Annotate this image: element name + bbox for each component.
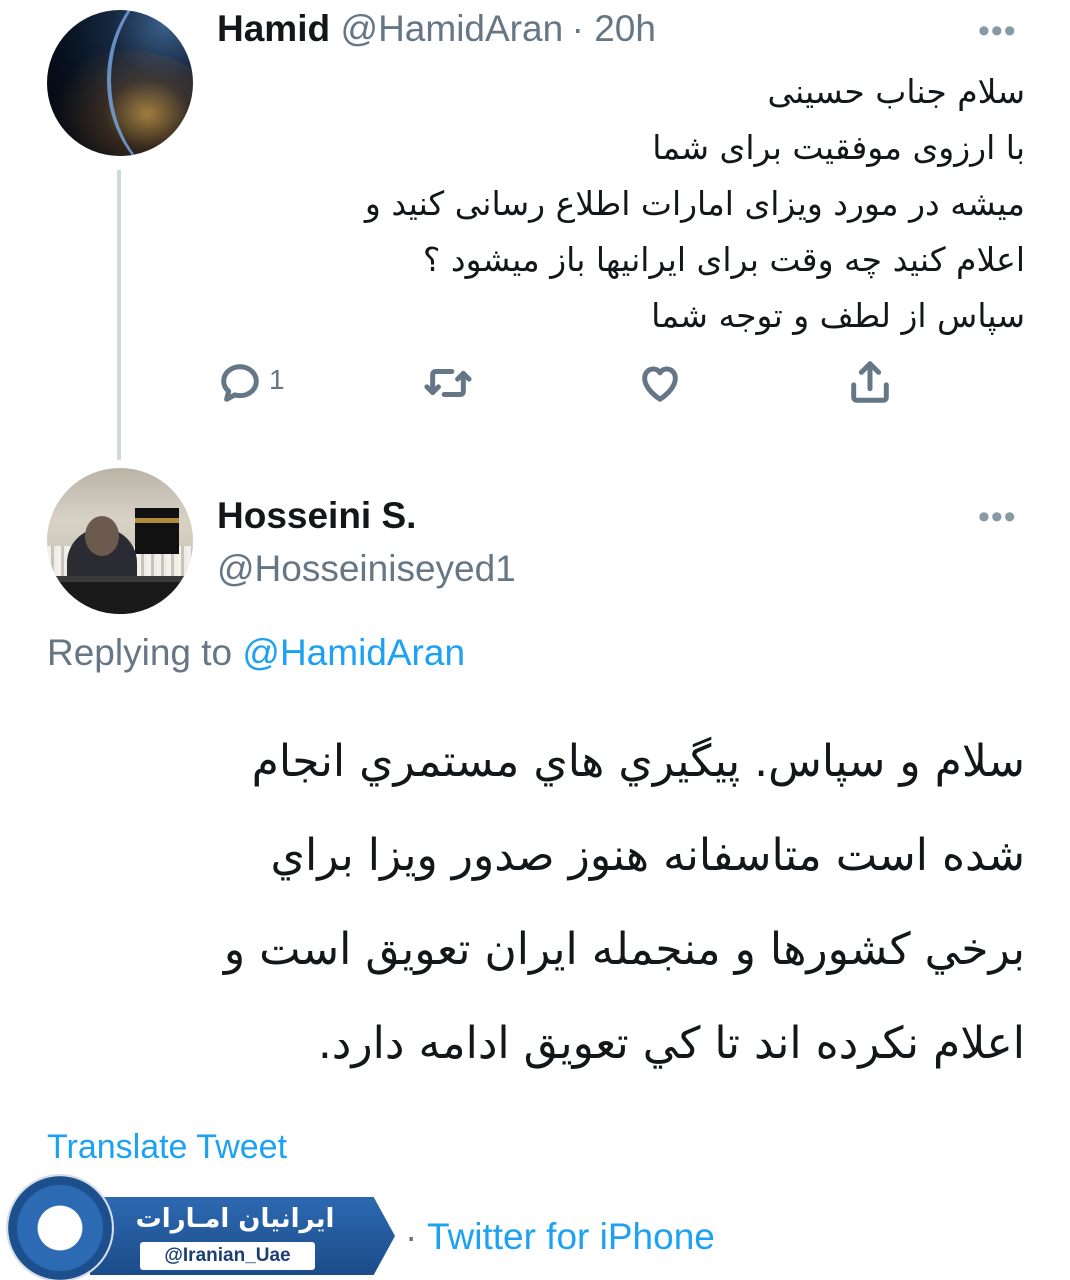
tweet1-header: Hamid @HamidAran · 20h — [217, 8, 656, 50]
tweet1-author-name[interactable]: Hamid — [217, 8, 330, 49]
tweet1-line: اعلام کنید چه وقت برای ایرانیها باز میشو… — [422, 240, 1025, 279]
tweet2-line: شده است متاسفانه هنوز صدور ویزا براي — [270, 830, 1025, 881]
tweet2-line: سلام و سپاس. پیگیري هاي مستمري انجام — [251, 736, 1025, 787]
like-button[interactable] — [637, 360, 683, 411]
avatar-kaaba — [135, 508, 179, 554]
source-app-link[interactable]: Twitter for iPhone — [427, 1216, 715, 1257]
retweet-icon — [424, 369, 472, 397]
avatar-hamid[interactable] — [47, 10, 193, 156]
tweet2-author-name[interactable]: Hosseini S. — [217, 495, 416, 537]
tweet-source: · Twitter for iPhone — [405, 1216, 715, 1258]
tweet1-actions: 1 — [217, 358, 917, 408]
replying-to-handle[interactable]: @HamidAran — [242, 632, 465, 673]
watermark-title: ایرانیان امـارات — [135, 1204, 335, 1234]
tweet2-line: برخي کشورها و منجمله ایران تعویق است و — [223, 924, 1025, 975]
avatar-person-head — [85, 516, 119, 556]
watermark-handle: @Iranian_Uae — [140, 1242, 315, 1270]
avatar-foreground — [47, 582, 193, 614]
avatar-kaaba-band — [135, 518, 179, 523]
tweet2-line: اعلام نکرده اند تا کي تعویق ادامه دارد. — [317, 1018, 1025, 1069]
translate-tweet-link[interactable]: Translate Tweet — [47, 1128, 287, 1167]
tweet2-body: سلام و سپاس. پیگیري هاي مستمري انجام شده… — [40, 715, 1025, 1091]
replying-to-label: Replying to — [47, 632, 243, 673]
source-separator: · — [405, 1216, 427, 1257]
retweet-button[interactable] — [423, 360, 473, 411]
tweet2-author-handle[interactable]: @Hosseiniseyed1 — [217, 548, 516, 590]
reply-button[interactable] — [217, 360, 263, 411]
like-icon — [642, 366, 678, 402]
avatar-earth-rim — [107, 10, 193, 156]
tweet2-more-icon[interactable]: ••• — [978, 498, 1017, 537]
tweet1-author-handle[interactable]: @HamidAran — [341, 8, 564, 49]
tweet1-more-icon[interactable]: ••• — [978, 12, 1017, 51]
share-icon — [851, 361, 889, 403]
replying-to: Replying to @HamidAran — [47, 632, 465, 674]
watermark-logo-seal — [8, 1176, 112, 1280]
reply-icon — [221, 364, 259, 402]
tweet1-line: با ارزوی موفقیت برای شما — [652, 128, 1025, 167]
reply-count: 1 — [269, 364, 285, 395]
tweet1-line: میشه در مورد ویزای امارات اطلاع رسانی کن… — [364, 184, 1025, 223]
tweet1-line: سپاس از لطف و توجه شما — [651, 296, 1025, 335]
tweet1-timestamp[interactable]: · 20h — [572, 8, 656, 49]
avatar-hosseini[interactable] — [47, 468, 193, 614]
thread-line — [117, 170, 121, 460]
tweet1-body: سلام جناب حسینی با ارزوی موفقیت برای شما… — [205, 64, 1025, 344]
tweet1-line: سلام جناب حسینی — [767, 72, 1026, 111]
share-button[interactable] — [847, 358, 893, 411]
